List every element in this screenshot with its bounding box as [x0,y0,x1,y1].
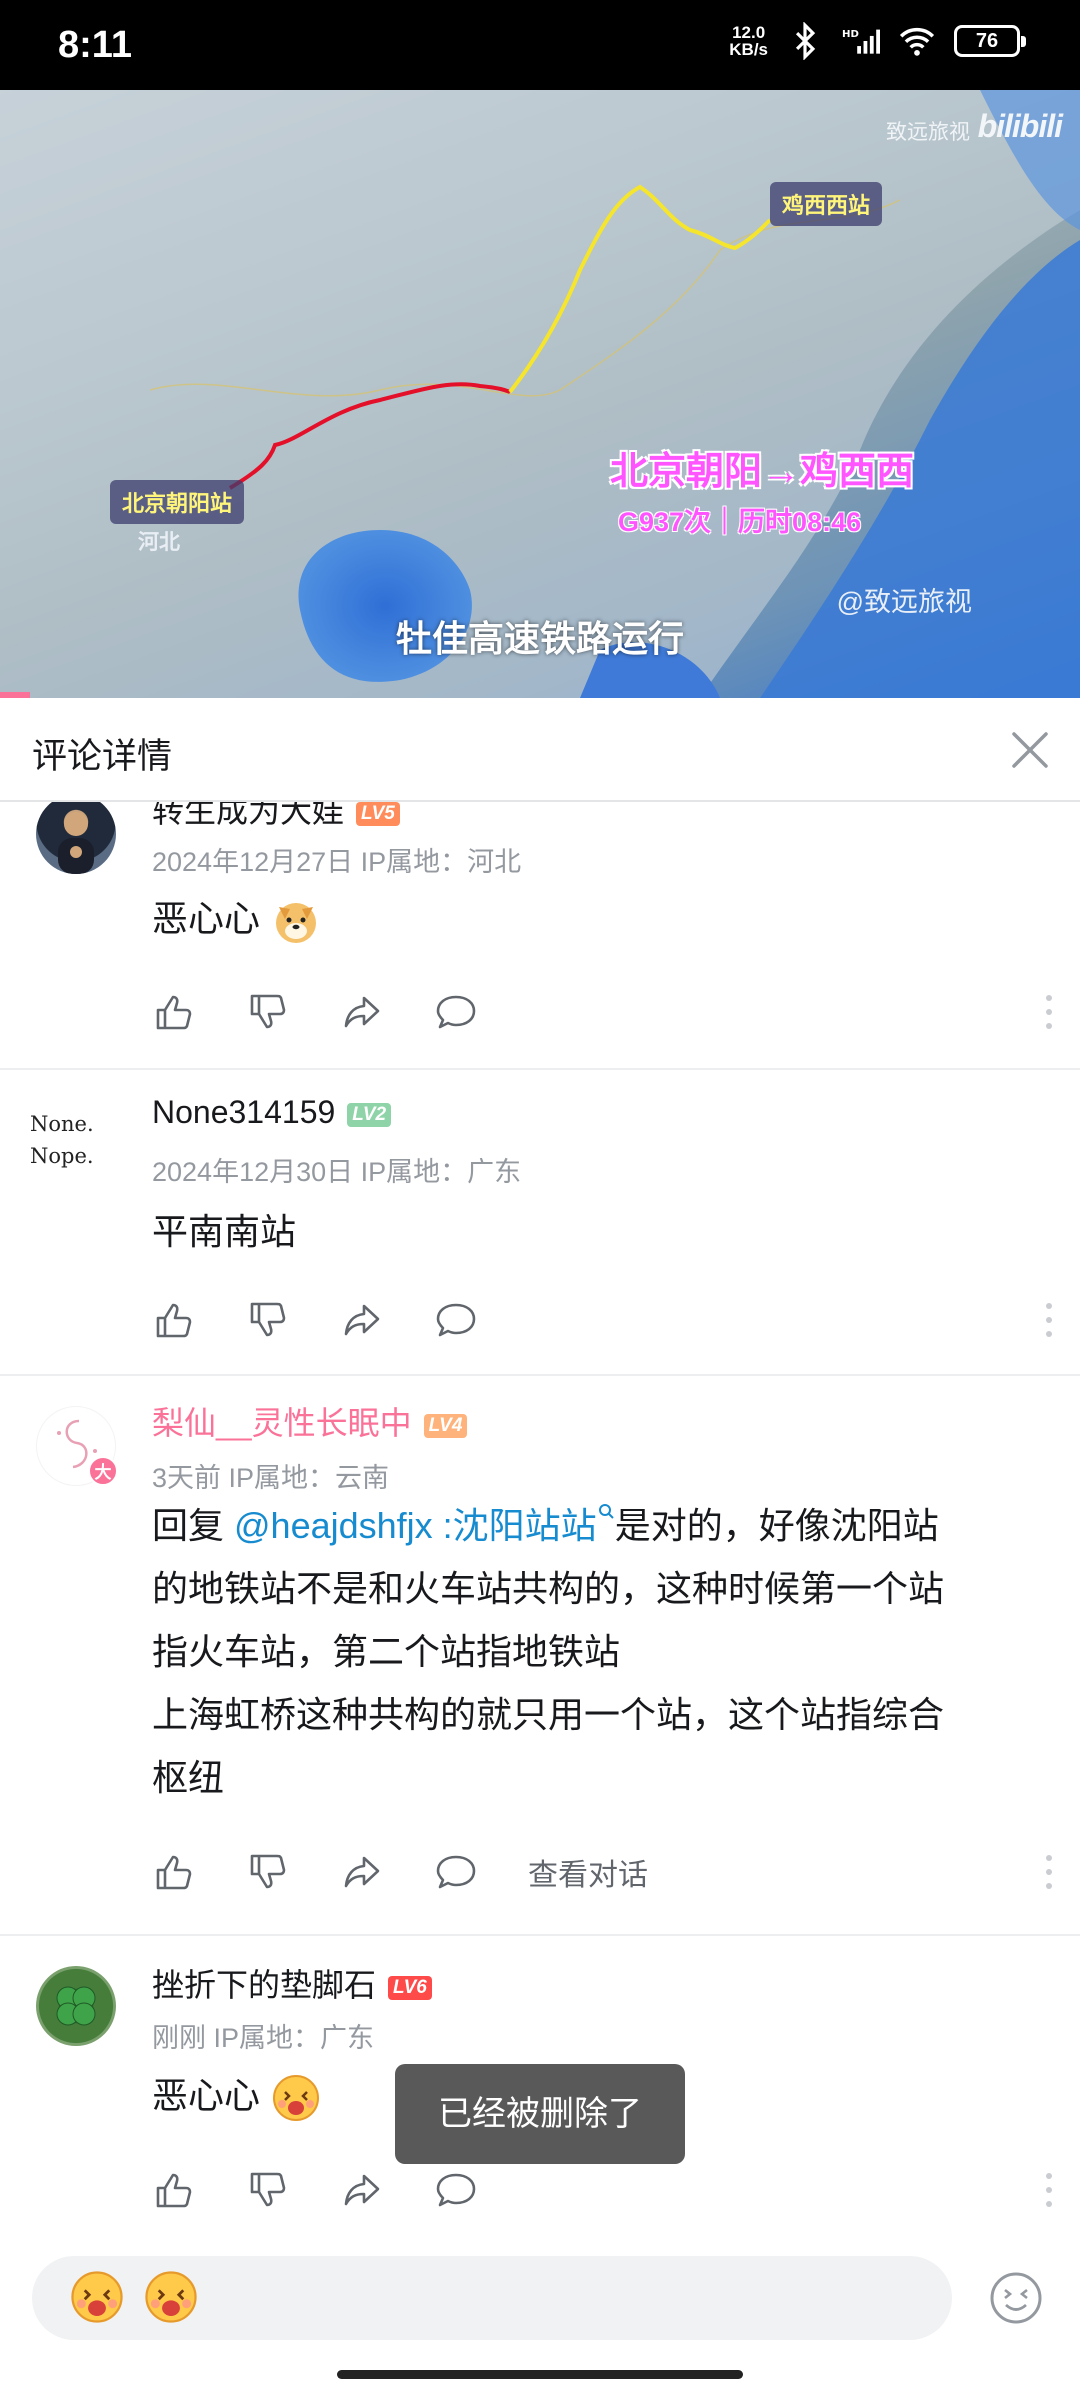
route-subtitle: G937次｜历时08:46 [618,507,862,537]
smiling-emoji-icon [273,2075,320,2122]
vip-badge: 大 [88,1456,118,1486]
comment-detail-header: 评论详情 [0,698,1080,802]
route-title: 北京朝阳→鸡西西 [610,451,915,493]
province-label: 河北 [138,531,180,554]
reply-icon[interactable] [434,2168,478,2212]
comment-input[interactable] [32,2256,952,2340]
level-badge: LV5 [356,802,400,826]
more-options-icon[interactable] [1044,2170,1054,2210]
comment-actions [152,990,528,1034]
input-emoji-list [68,2268,200,2326]
share-icon[interactable] [340,990,384,1034]
signal-icon: HD [842,29,880,54]
smiling-emoji-icon [145,2271,197,2323]
status-icons: 12.0 KB/s HD 76 [729,22,1026,60]
reply-icon[interactable] [434,1298,478,1342]
close-icon[interactable] [1000,720,1060,780]
dislike-icon[interactable] [246,1298,290,1342]
comment-actions [152,2168,528,2212]
status-time: 8:11 [58,24,132,66]
page-title: 评论详情 [32,737,173,776]
comment-actions [152,1298,528,1342]
dislike-icon[interactable] [246,1850,290,1894]
search-keyword-link[interactable]: :沈阳站站 [433,1504,615,1546]
bilibili-logo: bilibili [977,108,1063,144]
like-icon[interactable] [152,2168,196,2212]
like-icon[interactable] [152,990,196,1034]
dislike-icon[interactable] [246,2168,290,2212]
more-options-icon[interactable] [1044,1300,1054,1340]
level-badge: LV2 [347,1102,392,1127]
emoji-button-icon[interactable] [988,2270,1044,2326]
avatar[interactable] [36,802,116,874]
smiling-emoji-icon [71,2271,123,2323]
comment-text: 平南南站 [152,1211,297,1252]
share-icon[interactable] [340,1298,384,1342]
comment-list[interactable]: 转生成为大娃 LV5 2024年12月27日 IP属地：河北 恶心心 None. … [0,802,1080,2240]
like-icon[interactable] [152,1298,196,1342]
end-station-label: 鸡西西站 [770,182,883,226]
comment-meta: 刚刚 IP属地：广东 [152,2023,375,2053]
reply-icon[interactable] [434,1850,478,1894]
avatar[interactable] [36,1966,116,2046]
watermark-text: 致远旅视 [886,121,970,144]
username[interactable]: 转生成为大娃 LV5 [152,802,400,832]
comment-item: None. Nope. None314159 LV2 2024年12月30日 IP… [0,1070,1080,1376]
svg-text:HD: HD [842,29,859,40]
avatar[interactable]: None. Nope. [30,1100,120,1190]
status-bar: 8:11 12.0 KB/s HD 76 [0,0,1080,90]
video-subtitle: 牡佳高速铁路运行 [395,618,684,659]
bluetooth-icon [795,22,816,60]
comment-text: 回复 @heajdshfjx :沈阳站站 是对的，好像沈阳站 的地铁站不是和火车站… [152,1494,1022,1809]
more-options-icon[interactable] [1044,992,1054,1032]
share-icon[interactable] [340,2168,384,2212]
like-icon[interactable] [152,1850,196,1894]
wifi-icon [899,27,935,56]
comment-item: 转生成为大娃 LV5 2024年12月27日 IP属地：河北 恶心心 [0,802,1080,1070]
more-options-icon[interactable] [1044,1852,1054,1892]
username[interactable]: 挫折下的垫脚石 LV6 [152,1960,432,2006]
network-speed: 12.0 KB/s [729,23,768,59]
share-icon[interactable] [340,1850,384,1894]
dislike-icon[interactable] [246,990,290,1034]
username[interactable]: 梨仙__灵性长眠中 LV4 [152,1398,468,1444]
video-player[interactable]: 致远旅视 bilibili 鸡西西站 北京朝阳站 河北 北京朝阳→鸡西西 G93… [0,90,1080,698]
comment-meta: 3天前 IP属地：云南 [152,1463,390,1493]
doge-emoji-icon [276,903,317,944]
reply-icon[interactable] [434,990,478,1034]
comment-item: 大 梨仙__灵性长眠中 LV4 3天前 IP属地：云南 回复 @heajdshfj… [0,1376,1080,1936]
level-badge: LV6 [388,1975,432,2000]
comment-text: 恶心心 [152,887,1022,950]
view-conversation-link[interactable]: 查看对话 [528,1850,648,1894]
toast-message: 已经被删除了 [395,2064,685,2164]
home-indicator[interactable] [337,2370,743,2379]
comment-meta: 2024年12月30日 IP属地：广东 [152,1157,522,1187]
battery-indicator: 76 [954,25,1026,57]
comment-actions: 查看对话 [152,1850,648,1894]
level-badge: LV4 [423,1413,468,1438]
mention-link[interactable]: @heajdshfjx [234,1505,433,1546]
username[interactable]: None314159 LV2 [152,1094,392,1131]
search-icon [598,1504,614,1519]
comment-meta: 2024年12月27日 IP属地：河北 [152,847,522,877]
start-station-label: 北京朝阳站 [110,480,245,524]
